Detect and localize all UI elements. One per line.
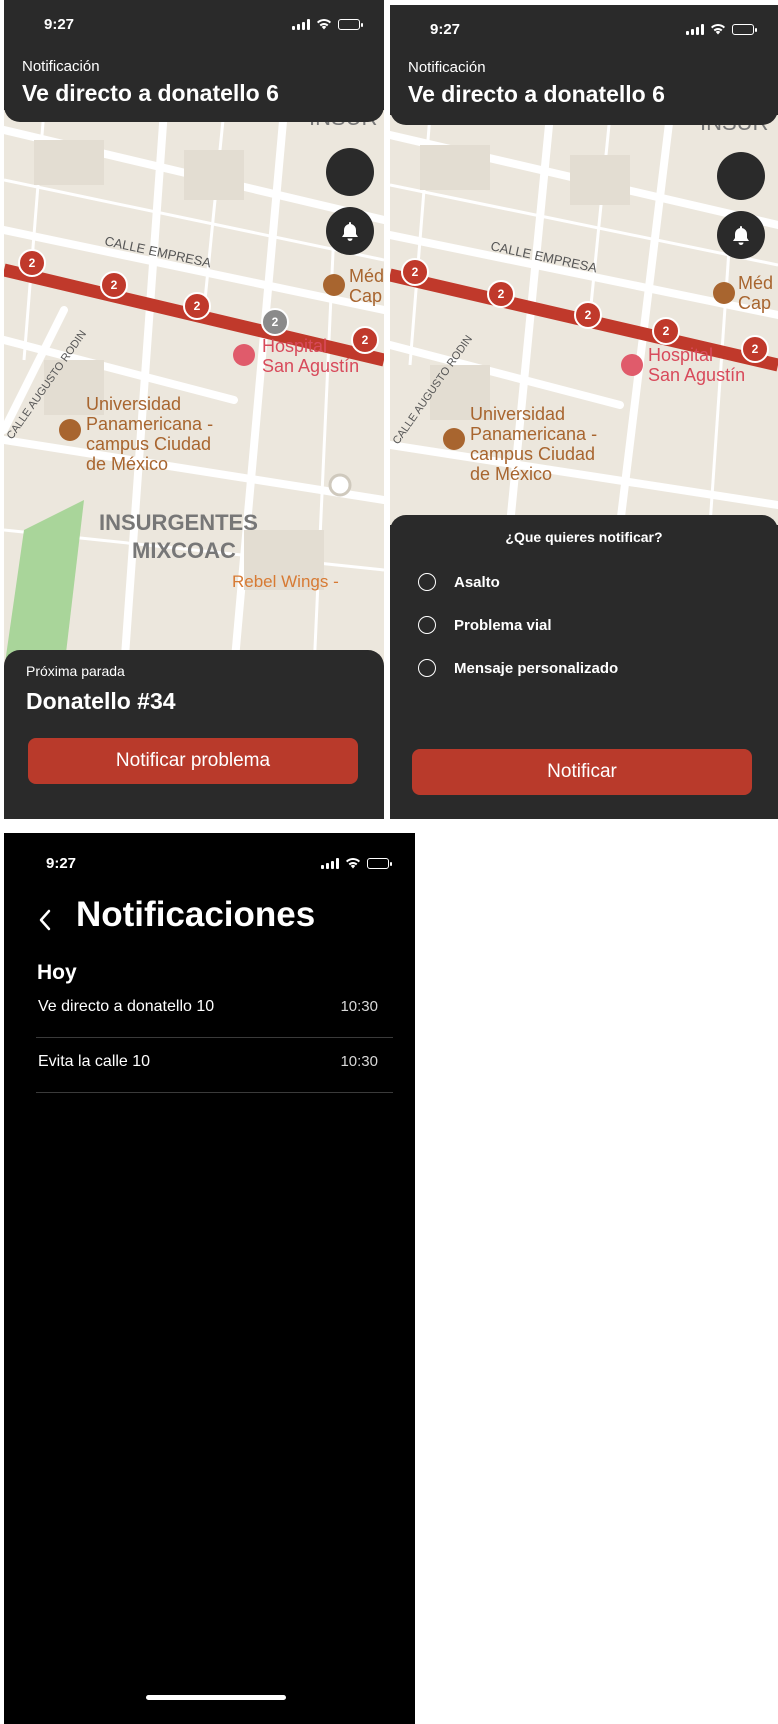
notifications-button[interactable] <box>717 211 765 259</box>
svg-text:Panamericana -: Panamericana - <box>470 424 597 444</box>
option-label: Mensaje personalizado <box>454 659 619 677</box>
header-label: Notificación <box>22 58 100 75</box>
option-label: Problema vial <box>454 616 552 634</box>
route-marker[interactable]: 2 <box>652 317 680 345</box>
screen-notifications: 9:27 Notificaciones Hoy Ve directo a don… <box>4 833 415 1724</box>
svg-text:San Agustín: San Agustín <box>648 365 745 385</box>
area-label-insurgentes: INSURGENTES <box>99 510 258 535</box>
radio-button[interactable] <box>418 659 436 677</box>
home-indicator[interactable] <box>146 1695 286 1700</box>
svg-text:2: 2 <box>663 324 670 338</box>
report-sheet: ¿Que quieres notificar? Asalto Problema … <box>390 515 778 819</box>
svg-text:2: 2 <box>272 315 279 329</box>
radio-button[interactable] <box>418 616 436 634</box>
option-mensaje-personalizado[interactable]: Mensaje personalizado <box>418 659 618 677</box>
section-header-today: Hoy <box>37 961 77 984</box>
svg-text:2: 2 <box>412 265 419 279</box>
location-button[interactable] <box>326 148 374 196</box>
screen-map-next-stop: 9:27 Notificación Ve directo a donatello… <box>4 0 384 819</box>
svg-text:Cap: Cap <box>349 286 382 306</box>
route-marker[interactable]: 2 <box>351 326 379 354</box>
signal-icon <box>292 18 310 30</box>
svg-text:de México: de México <box>470 464 552 484</box>
svg-text:San Agustín: San Agustín <box>262 356 359 376</box>
header-title: Ve directo a donatello 6 <box>408 81 665 107</box>
wifi-icon <box>346 857 360 869</box>
route-marker[interactable]: 2 <box>261 308 289 336</box>
svg-text:Hospital: Hospital <box>262 336 327 356</box>
svg-text:2: 2 <box>752 342 759 356</box>
status-time: 9:27 <box>44 16 75 33</box>
signal-icon <box>686 23 704 35</box>
battery-icon <box>732 23 757 35</box>
battery-icon <box>338 18 363 30</box>
svg-text:2: 2 <box>111 278 118 292</box>
notification-text: Ve directo a donatello 10 <box>38 998 215 1015</box>
bell-icon <box>733 226 749 245</box>
report-problem-button[interactable]: Notificar problema <box>28 738 358 784</box>
svg-text:Universidad: Universidad <box>86 394 181 414</box>
svg-text:Hospital: Hospital <box>648 345 713 365</box>
list-item[interactable]: Ve directo a donatello 10 10:30 <box>36 983 393 1038</box>
option-label: Asalto <box>454 573 500 591</box>
notification-text: Evita la calle 10 <box>38 1053 151 1070</box>
svg-text:Méd: Méd <box>738 273 773 293</box>
wifi-icon <box>711 23 725 35</box>
svg-text:2: 2 <box>194 299 201 313</box>
route-marker[interactable]: 2 <box>18 249 46 277</box>
next-stop-label: Próxima parada <box>26 663 125 679</box>
notification-time: 10:30 <box>340 998 378 1015</box>
header-title: Ve directo a donatello 6 <box>22 80 279 106</box>
svg-text:2: 2 <box>362 333 369 347</box>
list-item[interactable]: Evita la calle 10 10:30 <box>36 1038 393 1093</box>
back-chevron-icon[interactable] <box>34 905 58 935</box>
route-marker[interactable]: 2 <box>401 258 429 286</box>
area-label-mixcoac: MIXCOAC <box>132 538 236 563</box>
battery-icon <box>367 857 392 869</box>
next-stop-name: Donatello #34 <box>26 688 176 714</box>
notify-button[interactable]: Notificar <box>412 749 752 795</box>
svg-text:2: 2 <box>498 287 505 301</box>
route-marker[interactable]: 2 <box>183 292 211 320</box>
svg-text:Universidad: Universidad <box>470 404 565 424</box>
svg-text:Méd: Méd <box>349 266 384 286</box>
svg-text:campus Ciudad: campus Ciudad <box>470 444 595 464</box>
page-title: Notificaciones <box>76 895 316 934</box>
route-marker[interactable]: 2 <box>100 271 128 299</box>
svg-text:de México: de México <box>86 454 168 474</box>
bell-icon <box>342 222 358 241</box>
status-time: 9:27 <box>430 21 461 38</box>
radio-button[interactable] <box>418 573 436 591</box>
route-marker[interactable]: 2 <box>574 301 602 329</box>
place-rebel-wings[interactable]: Rebel Wings - <box>232 572 339 591</box>
option-problema-vial[interactable]: Problema vial <box>418 616 552 634</box>
route-marker[interactable]: 2 <box>741 335 769 363</box>
next-stop-sheet: Próxima parada Donatello #34 Notificar p… <box>4 650 384 819</box>
svg-text:Panamericana -: Panamericana - <box>86 414 213 434</box>
map-canvas[interactable]: CALLE EMPRESA CALLE AUGUSTO RODIN INSUR … <box>4 110 384 670</box>
place-hospital[interactable]: HospitalSan Agustín <box>233 336 359 376</box>
route-marker[interactable]: 2 <box>487 280 515 308</box>
svg-text:Cap: Cap <box>738 293 771 313</box>
svg-text:2: 2 <box>29 256 36 270</box>
location-button[interactable] <box>717 152 765 200</box>
status-bar: 9:27 <box>4 0 384 46</box>
status-time: 9:27 <box>46 855 77 872</box>
signal-icon <box>321 857 339 869</box>
header-label: Notificación <box>408 59 486 76</box>
map-view[interactable]: CALLE EMPRESA CALLE AUGUSTO RODIN INSUR … <box>4 110 384 670</box>
svg-text:campus Ciudad: campus Ciudad <box>86 434 211 454</box>
report-question: ¿Que quieres notificar? <box>505 529 663 545</box>
screen-report-form: 9:27 Notificación Ve directo a donatello… <box>390 5 778 819</box>
wifi-icon <box>317 18 331 30</box>
status-bar: 9:27 <box>4 833 415 879</box>
notification-time: 10:30 <box>340 1053 378 1070</box>
option-asalto[interactable]: Asalto <box>418 573 500 591</box>
svg-text:2: 2 <box>585 308 592 322</box>
status-bar: 9:27 <box>390 5 778 51</box>
notifications-button[interactable] <box>326 207 374 255</box>
